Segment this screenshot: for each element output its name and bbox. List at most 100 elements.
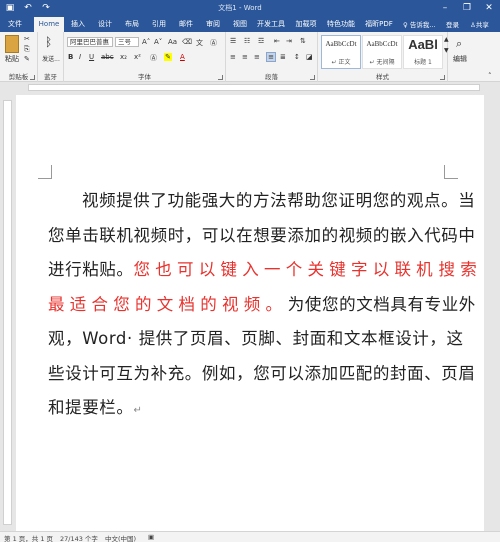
styles-launcher-icon[interactable] xyxy=(440,75,445,80)
style-sample: AaBbCcDt xyxy=(366,40,398,48)
multilevel-list-icon[interactable]: ☲ xyxy=(258,37,264,45)
clear-format-icon[interactable]: ⌫ xyxy=(182,38,192,46)
underline-button[interactable]: U xyxy=(89,53,94,61)
style-heading-1[interactable]: AaBl 标题 1 xyxy=(403,35,443,69)
vertical-ruler[interactable] xyxy=(3,100,12,525)
vertical-scrollbar[interactable] xyxy=(486,95,500,531)
justify-icon[interactable]: ≡ xyxy=(266,52,276,62)
tab-view[interactable]: 视图 xyxy=(228,17,252,32)
ribbon: 粘贴 ✂ ⎘ ✎ 剪贴板 ᛒ 发送... 蓝牙 阿里巴巴普惠 三号 A˄ A˅ … xyxy=(0,32,500,82)
language-indicator[interactable]: 中文(中国) xyxy=(105,533,136,542)
paste-icon[interactable] xyxy=(5,35,19,53)
save-icon[interactable]: ▣ xyxy=(4,2,16,14)
bluetooth-label: 蓝牙 xyxy=(44,73,57,81)
tab-design[interactable]: 设计 xyxy=(93,17,117,32)
macro-record-icon[interactable]: ▣ xyxy=(148,533,154,541)
status-bar: 第 1 页，共 1 页 27/143 个字 中文(中国) ▣ xyxy=(0,531,500,542)
share-button[interactable]: ♙共享 xyxy=(470,19,489,29)
sort-icon[interactable]: ⇅ xyxy=(300,37,306,45)
page-count[interactable]: 第 1 页，共 1 页 xyxy=(4,533,53,542)
tab-developer[interactable]: 开发工具 xyxy=(254,17,288,32)
window-title: 文档1 - Word xyxy=(218,4,262,12)
align-left-icon[interactable]: ≡ xyxy=(230,53,236,61)
font-name-combo[interactable]: 阿里巴巴普惠 xyxy=(67,37,113,47)
ruler-bar[interactable] xyxy=(28,84,480,91)
border-char-icon[interactable]: Ⓐ xyxy=(210,38,217,48)
paragraph-launcher-icon[interactable] xyxy=(310,75,315,80)
strikethrough-button[interactable]: abc xyxy=(101,53,114,61)
tab-review[interactable]: 审阅 xyxy=(201,17,225,32)
bullets-icon[interactable]: ☰ xyxy=(230,37,236,45)
tell-me-box[interactable]: ♀ 告诉我... xyxy=(403,19,436,29)
copy-icon[interactable]: ⎘ xyxy=(24,45,30,54)
document-body[interactable]: 视频提供了功能强大的方法帮助您证明您的观点。当您单击联机视频时，可以在想要添加的… xyxy=(48,184,480,429)
bluetooth-icon[interactable]: ᛒ xyxy=(45,35,52,49)
shading-icon[interactable]: ◪ xyxy=(306,53,313,61)
line-spacing-icon[interactable]: ↕ xyxy=(294,53,300,61)
shrink-font-button[interactable]: A˅ xyxy=(154,38,162,46)
crop-mark-right xyxy=(444,165,458,179)
tab-file[interactable]: 文件 xyxy=(0,17,30,32)
clipboard-launcher-icon[interactable] xyxy=(30,75,35,80)
tab-home[interactable]: Home xyxy=(34,17,64,32)
align-center-icon[interactable]: ≡ xyxy=(242,53,248,61)
tab-mailings[interactable]: 邮件 xyxy=(174,17,198,32)
close-icon[interactable]: ✕ xyxy=(478,0,500,17)
quick-access-toolbar: ▣ ↶ ↷ xyxy=(4,2,52,14)
format-painter-icon[interactable]: ✎ xyxy=(24,55,30,63)
style-name: ↵ 正文 xyxy=(331,59,351,66)
document-page[interactable]: 视频提供了功能强大的方法帮助您证明您的观点。当您单击联机视频时，可以在想要添加的… xyxy=(16,95,484,531)
word-count[interactable]: 27/143 个字 xyxy=(60,533,98,542)
tab-references[interactable]: 引用 xyxy=(147,17,171,32)
crop-mark-left xyxy=(38,165,52,179)
style-no-spacing[interactable]: AaBbCcDt ↵ 无间隔 xyxy=(362,35,402,69)
increase-indent-icon[interactable]: ⇥ xyxy=(286,37,292,45)
paste-button[interactable]: 粘贴 xyxy=(2,54,22,64)
title-bar: ▣ ↶ ↷ 文档1 - Word – ❐ ✕ xyxy=(0,0,500,17)
tab-features[interactable]: 特色功能 xyxy=(324,17,358,32)
paragraph-group: ☰ ☷ ☲ ⇤ ⇥ ⇅ ≡ ≡ ≡ ≡ ≣ ↕ ◪ 段落 xyxy=(226,32,318,82)
decrease-indent-icon[interactable]: ⇤ xyxy=(274,37,280,45)
login-link[interactable]: 登录 xyxy=(446,19,459,29)
font-launcher-icon[interactable] xyxy=(218,75,223,80)
numbering-icon[interactable]: ☷ xyxy=(244,37,250,45)
distributed-icon[interactable]: ≣ xyxy=(280,53,286,61)
editing-button[interactable]: 编辑 xyxy=(453,54,467,64)
highlight-icon[interactable]: ✎ xyxy=(164,53,172,61)
tab-foxit-pdf[interactable]: 福昕PDF xyxy=(362,17,396,32)
text-effects-icon[interactable]: Ⓐ xyxy=(150,53,157,63)
collapse-ribbon-icon[interactable]: ˄ xyxy=(488,72,492,80)
superscript-button[interactable]: x² xyxy=(134,53,141,61)
tab-addins[interactable]: 加载项 xyxy=(292,17,320,32)
italic-button[interactable]: I xyxy=(79,53,81,61)
ribbon-tabs: 文件 Home 插入 设计 布局 引用 邮件 审阅 视图 开发工具 加载项 特色… xyxy=(0,17,500,32)
undo-icon[interactable]: ↶ xyxy=(22,2,34,14)
cut-icon[interactable]: ✂ xyxy=(24,35,30,43)
font-size-combo[interactable]: 三号 xyxy=(115,37,139,47)
clipboard-group: 粘贴 ✂ ⎘ ✎ 剪贴板 xyxy=(0,32,38,82)
body-paragraph[interactable]: 视频提供了功能强大的方法帮助您证明您的观点。当您单击联机视频时，可以在想要添加的… xyxy=(48,184,480,429)
tab-layout[interactable]: 布局 xyxy=(120,17,144,32)
paragraph-group-label: 段落 xyxy=(265,73,278,81)
style-sample: AaBl xyxy=(408,37,438,52)
horizontal-ruler[interactable] xyxy=(0,82,500,93)
bluetooth-group: ᛒ 发送... 蓝牙 xyxy=(38,32,64,82)
restore-icon[interactable]: ❐ xyxy=(456,0,478,17)
subscript-button[interactable]: x₂ xyxy=(120,53,127,61)
grow-font-button[interactable]: A˄ xyxy=(142,38,150,46)
editing-group: ⌕ 编辑 xyxy=(448,32,478,82)
style-normal[interactable]: AaBbCcDt ↵ 正文 xyxy=(321,35,361,69)
change-case-button[interactable]: Aa xyxy=(168,38,177,46)
tab-insert[interactable]: 插入 xyxy=(66,17,90,32)
find-icon[interactable]: ⌕ xyxy=(456,37,462,51)
styles-group: AaBbCcDt ↵ 正文 AaBbCcDt ↵ 无间隔 AaBl 标题 1 ▲… xyxy=(318,32,449,82)
window-controls: – ❐ ✕ xyxy=(434,0,500,17)
bluetooth-send-button[interactable]: 发送... xyxy=(39,54,63,63)
phonetic-icon[interactable]: 文 xyxy=(196,38,203,48)
font-color-button[interactable]: A xyxy=(180,53,185,61)
redo-icon[interactable]: ↷ xyxy=(40,2,52,14)
font-group: 阿里巴巴普惠 三号 A˄ A˅ Aa ⌫ 文 Ⓐ B I U abc x₂ x²… xyxy=(64,32,226,82)
minimize-icon[interactable]: – xyxy=(434,0,456,17)
align-right-icon[interactable]: ≡ xyxy=(254,53,260,61)
bold-button[interactable]: B xyxy=(68,53,73,61)
